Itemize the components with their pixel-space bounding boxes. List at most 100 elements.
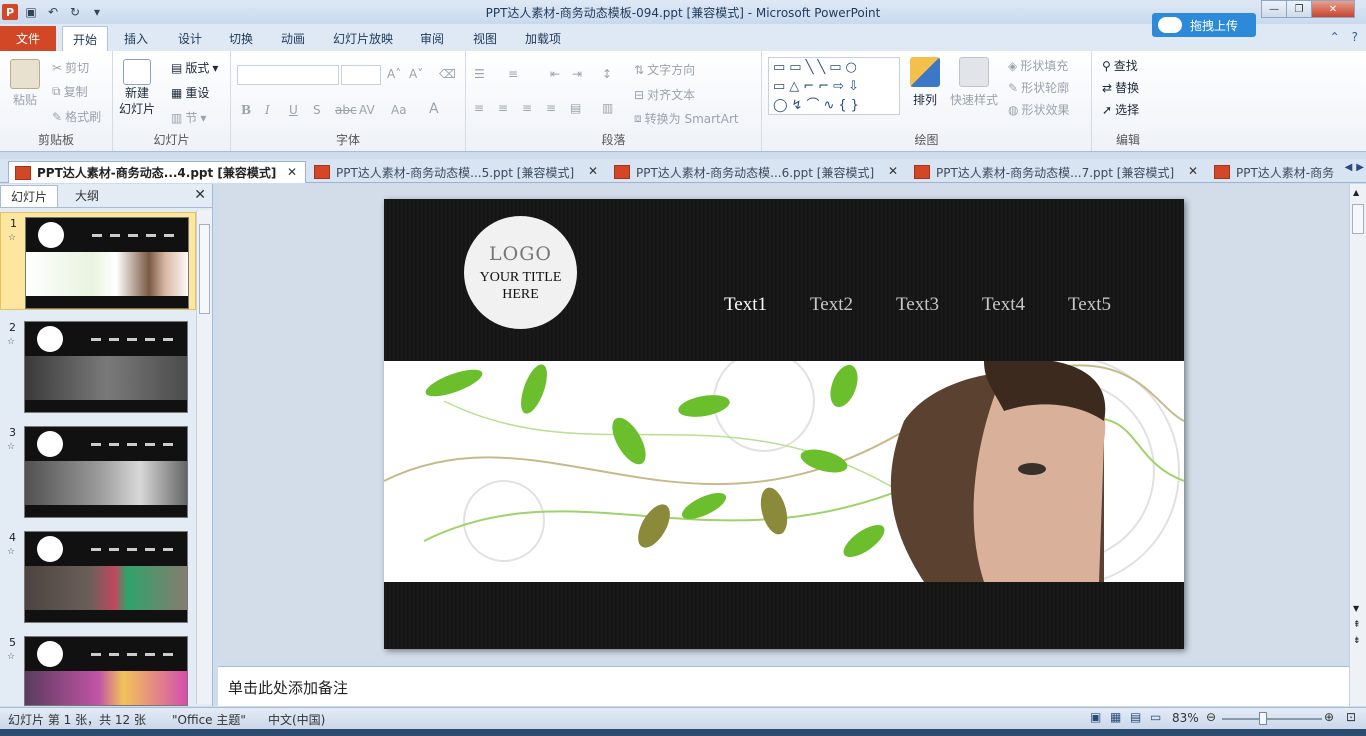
zoom-slider[interactable] (1222, 718, 1322, 720)
zoom-out-icon[interactable]: ⊖ (1206, 710, 1216, 724)
tab-design[interactable]: 设计 (168, 26, 212, 51)
nav-text-2[interactable]: Text2 (810, 294, 896, 316)
align-text-button[interactable]: ⊟ 对齐文本 (634, 86, 695, 103)
doc-tab[interactable]: PPT达人素材-商务动态模...5.ppt [兼容模式] ✕ (308, 161, 606, 183)
font-name-field[interactable] (237, 65, 339, 85)
change-case-button[interactable]: Aa (391, 103, 407, 117)
close-icon[interactable]: ✕ (287, 165, 297, 179)
convert-smartart-button[interactable]: ⧈ 转换为 SmartArt (634, 110, 739, 127)
collapse-ribbon-icon[interactable]: ⌃ (1330, 30, 1340, 44)
scroll-up-icon[interactable]: ▲ (1353, 188, 1359, 197)
underline-button[interactable]: U (289, 103, 298, 117)
slide-canvas[interactable]: LOGO YOUR TITLE HERE Text1 Text2 Text3 T… (384, 199, 1184, 649)
layout-button[interactable]: ▤ 版式 ▾ (171, 59, 218, 76)
align-left-button[interactable]: ≡ (474, 101, 484, 115)
nav-text-5[interactable]: Text5 (1068, 294, 1154, 316)
font-size-field[interactable] (341, 65, 381, 85)
tab-file[interactable]: 文件 (0, 26, 56, 51)
fit-window-icon[interactable]: ⊡ (1346, 710, 1356, 724)
arrange-button[interactable]: 排列 (910, 57, 940, 108)
copy-button[interactable]: ⧉ 复制 (52, 83, 88, 100)
minimize-icon[interactable]: — (1261, 0, 1287, 18)
logo-circle[interactable]: LOGO YOUR TITLE HERE (464, 216, 577, 329)
bullets-button[interactable]: ☰ (474, 67, 485, 81)
columns-button[interactable]: ▥ (602, 101, 613, 115)
doc-tab[interactable]: PPT达人素材-商务动态...4.ppt [兼容模式] ✕ (8, 161, 306, 183)
zoom-in-icon[interactable]: ⊕ (1324, 710, 1334, 724)
reading-view-icon[interactable]: ▤ (1130, 710, 1141, 724)
normal-view-icon[interactable]: ▣ (1090, 710, 1101, 724)
tab-outline[interactable]: 大纲 (58, 185, 116, 207)
nav-text-3[interactable]: Text3 (896, 294, 982, 316)
shape-fill-button[interactable]: ◈ 形状填充 (1008, 57, 1068, 74)
close-icon[interactable]: ✕ (588, 164, 598, 178)
close-icon[interactable]: ✕ (888, 164, 898, 178)
slide-sorter-icon[interactable]: ▦ (1110, 710, 1121, 724)
distribute-button[interactable]: ▤ (570, 101, 581, 115)
close-icon[interactable]: ✕ (1311, 0, 1355, 18)
section-button[interactable]: ▥ 节 ▾ (171, 109, 206, 126)
find-button[interactable]: ⚲ 查找 (1102, 57, 1138, 74)
slideshow-view-icon[interactable]: ▭ (1150, 710, 1161, 724)
language-indicator[interactable]: 中文(中国) (268, 711, 325, 728)
tab-slideshow[interactable]: 幻灯片放映 (326, 26, 400, 51)
format-painter-button[interactable]: ✎ 格式刷 (52, 108, 101, 125)
doc-tab[interactable]: PPT达人素材-商务动态模...6.ppt [兼容模式] ✕ (608, 161, 906, 183)
tab-home[interactable]: 开始 (62, 26, 108, 51)
scrollbar-thumb[interactable] (199, 224, 210, 314)
previous-slide-icon[interactable]: ⇞ (1353, 620, 1361, 630)
shape-effects-button[interactable]: ◍ 形状效果 (1008, 101, 1070, 118)
tab-animations[interactable]: 动画 (272, 26, 314, 51)
align-center-button[interactable]: ≡ (498, 101, 508, 115)
shape-outline-button[interactable]: ✎ 形状轮廓 (1008, 79, 1069, 96)
editor-scrollbar[interactable]: ▲ ▼ ⇞ ⇟ (1349, 184, 1366, 706)
font-color-button[interactable]: A (429, 101, 439, 117)
doc-tab[interactable]: PPT达人素材-商务 (1208, 161, 1336, 183)
close-icon[interactable]: ✕ (194, 187, 206, 203)
scroll-down-icon[interactable]: ▼ (1353, 604, 1359, 613)
help-icon[interactable]: ? (1352, 30, 1358, 44)
slide-thumbnail[interactable]: 1 ☆ (0, 212, 196, 310)
scrollbar-thumb[interactable] (1352, 204, 1364, 234)
bold-button[interactable]: B (241, 103, 251, 117)
nav-text-1[interactable]: Text1 (724, 294, 810, 316)
doc-tab[interactable]: PPT达人素材-商务动态模...7.ppt [兼容模式] ✕ (908, 161, 1206, 183)
line-spacing-button[interactable]: ↕ (602, 67, 612, 81)
char-spacing-button[interactable]: AV (359, 103, 375, 117)
slides-pane-scrollbar[interactable] (196, 210, 212, 704)
numbering-button[interactable]: ≡ (508, 67, 518, 81)
notes-pane[interactable]: 单击此处添加备注 (218, 666, 1349, 706)
increase-indent-button[interactable]: ⇥ (572, 67, 582, 81)
chevron-right-icon[interactable]: ▶ (1356, 162, 1364, 173)
shrink-font-button[interactable]: A˅ (409, 67, 423, 81)
slide-thumbnail[interactable]: 2 ☆ (0, 317, 196, 415)
paste-button[interactable]: 粘贴 (10, 59, 40, 108)
quick-styles-button[interactable]: 快速样式 (950, 57, 998, 108)
zoom-slider-thumb[interactable] (1259, 712, 1267, 725)
tab-addins[interactable]: 加载项 (518, 26, 568, 51)
tab-insert[interactable]: 插入 (114, 26, 158, 51)
text-direction-button[interactable]: ⇅ 文字方向 (634, 61, 695, 78)
align-right-button[interactable]: ≡ (522, 101, 532, 115)
shadow-button[interactable]: S (313, 103, 321, 117)
chevron-left-icon[interactable]: ◀ (1345, 162, 1353, 173)
next-slide-icon[interactable]: ⇟ (1353, 636, 1361, 646)
replace-button[interactable]: ⇄ 替换 (1102, 79, 1139, 96)
slide-thumbnail[interactable]: 4 ☆ (0, 527, 196, 625)
shapes-gallery[interactable]: ▭▭╲╲▭○ ▭△⌐⌐⇨⇩ ◯↯⌒∿{} (768, 57, 900, 115)
tab-transitions[interactable]: 切换 (220, 26, 262, 51)
italic-button[interactable]: I (265, 103, 270, 117)
clear-format-icon[interactable]: ⌫ (439, 67, 456, 81)
nav-text-4[interactable]: Text4 (982, 294, 1068, 316)
reset-button[interactable]: ▦ 重设 (171, 84, 209, 101)
new-slide-button[interactable]: 新建 幻灯片 (119, 59, 155, 117)
close-icon[interactable]: ✕ (1188, 164, 1198, 178)
zoom-level[interactable]: 83% (1172, 711, 1199, 725)
notes-placeholder[interactable]: 单击此处添加备注 (228, 677, 348, 698)
decrease-indent-button[interactable]: ⇤ (550, 67, 560, 81)
justify-button[interactable]: ≡ (546, 101, 556, 115)
drag-upload-button[interactable]: 拖拽上传 (1152, 13, 1256, 37)
slide-thumbnail[interactable]: 3 ☆ (0, 422, 196, 520)
tab-view[interactable]: 视图 (464, 26, 506, 51)
tab-review[interactable]: 审阅 (410, 26, 454, 51)
